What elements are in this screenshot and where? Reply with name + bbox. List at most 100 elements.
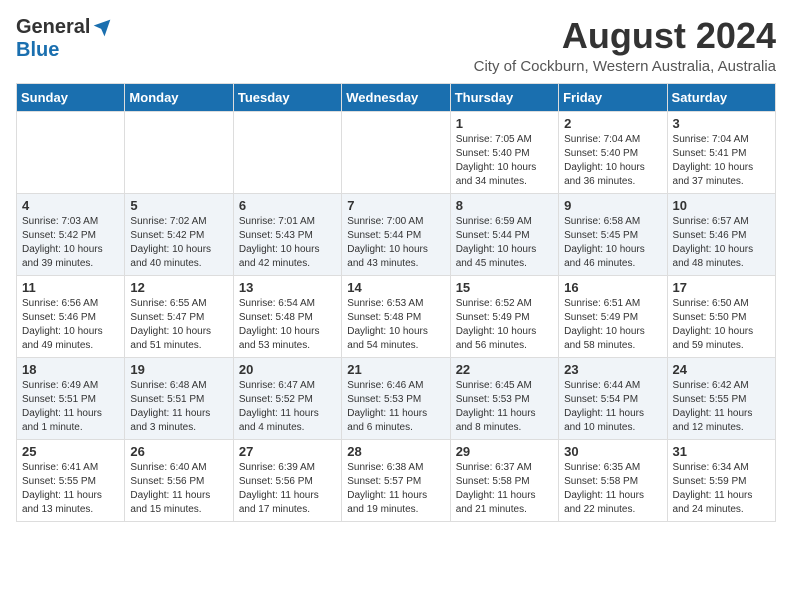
day-info: Sunrise: 6:49 AM Sunset: 5:51 PM Dayligh…: [22, 379, 119, 435]
weekday-header-friday: Friday: [559, 83, 667, 111]
weekday-header-tuesday: Tuesday: [233, 83, 341, 111]
day-info: Sunrise: 7:00 AM Sunset: 5:44 PM Dayligh…: [347, 215, 444, 271]
day-number: 13: [239, 280, 336, 295]
day-number: 8: [456, 198, 553, 213]
day-number: 1: [456, 116, 553, 131]
day-number: 12: [130, 280, 227, 295]
day-number: 30: [564, 444, 661, 459]
day-info: Sunrise: 7:03 AM Sunset: 5:42 PM Dayligh…: [22, 215, 119, 271]
day-info: Sunrise: 6:59 AM Sunset: 5:44 PM Dayligh…: [456, 215, 553, 271]
day-info: Sunrise: 7:01 AM Sunset: 5:43 PM Dayligh…: [239, 215, 336, 271]
calendar-cell: 9Sunrise: 6:58 AM Sunset: 5:45 PM Daylig…: [559, 193, 667, 275]
calendar-cell: [125, 111, 233, 193]
day-number: 27: [239, 444, 336, 459]
day-info: Sunrise: 6:45 AM Sunset: 5:53 PM Dayligh…: [456, 379, 553, 435]
logo: General Blue: [16, 16, 112, 62]
calendar-week-row: 11Sunrise: 6:56 AM Sunset: 5:46 PM Dayli…: [17, 275, 776, 357]
calendar-cell: 13 Sunrise: 6:54 AM Sunset: 5:48 PM Dayli…: [233, 275, 341, 357]
page-header: General Blue August 2024 City of Cockbur…: [16, 16, 776, 75]
weekday-header-row: SundayMondayTuesdayWednesdayThursdayFrid…: [17, 83, 776, 111]
day-info: Sunrise: 6:48 AM Sunset: 5:51 PM Dayligh…: [130, 379, 227, 435]
calendar-cell: 12Sunrise: 6:55 AM Sunset: 5:47 PM Dayli…: [125, 275, 233, 357]
day-info: Sunrise: 6:46 AM Sunset: 5:53 PM Dayligh…: [347, 379, 444, 435]
calendar-cell: 2Sunrise: 7:04 AM Sunset: 5:40 PM Daylig…: [559, 111, 667, 193]
weekday-header-thursday: Thursday: [450, 83, 558, 111]
day-number: 17: [673, 280, 770, 295]
day-number: 23: [564, 362, 661, 377]
calendar-cell: 5 Sunrise: 7:02 AM Sunset: 5:42 PM Daylig…: [125, 193, 233, 275]
day-number: 14: [347, 280, 444, 295]
logo-bird-icon: [92, 18, 112, 38]
day-info: Sunrise: 6:56 AM Sunset: 5:46 PM Dayligh…: [22, 297, 119, 353]
calendar-cell: 11Sunrise: 6:56 AM Sunset: 5:46 PM Dayli…: [17, 275, 125, 357]
day-info: Sunrise: 6:40 AM Sunset: 5:56 PM Dayligh…: [130, 461, 227, 517]
logo-general-text: General: [16, 16, 90, 39]
calendar-cell: 22 Sunrise: 6:45 AM Sunset: 5:53 PM Dayli…: [450, 357, 558, 439]
weekday-header-monday: Monday: [125, 83, 233, 111]
calendar-cell: 29Sunrise: 6:37 AM Sunset: 5:58 PM Dayli…: [450, 439, 558, 521]
title-section: August 2024 City of Cockburn, Western Au…: [474, 16, 776, 75]
calendar-cell: 27 Sunrise: 6:39 AM Sunset: 5:56 PM Dayli…: [233, 439, 341, 521]
day-number: 25: [22, 444, 119, 459]
calendar-cell: 4 Sunrise: 7:03 AM Sunset: 5:42 PM Daylig…: [17, 193, 125, 275]
location-title: City of Cockburn, Western Australia, Aus…: [474, 58, 776, 75]
day-number: 21: [347, 362, 444, 377]
day-info: Sunrise: 6:47 AM Sunset: 5:52 PM Dayligh…: [239, 379, 336, 435]
day-number: 22: [456, 362, 553, 377]
calendar-cell: 30 Sunrise: 6:35 AM Sunset: 5:58 PM Dayli…: [559, 439, 667, 521]
calendar-cell: 14 Sunrise: 6:53 AM Sunset: 5:48 PM Dayli…: [342, 275, 450, 357]
day-info: Sunrise: 6:39 AM Sunset: 5:56 PM Dayligh…: [239, 461, 336, 517]
calendar-cell: 23 Sunrise: 6:44 AM Sunset: 5:54 PM Dayli…: [559, 357, 667, 439]
calendar-cell: 24 Sunrise: 6:42 AM Sunset: 5:55 PM Dayli…: [667, 357, 775, 439]
calendar-week-row: 18Sunrise: 6:49 AM Sunset: 5:51 PM Dayli…: [17, 357, 776, 439]
calendar-cell: 7 Sunrise: 7:00 AM Sunset: 5:44 PM Daylig…: [342, 193, 450, 275]
calendar-cell: 26 Sunrise: 6:40 AM Sunset: 5:56 PM Dayli…: [125, 439, 233, 521]
day-number: 19: [130, 362, 227, 377]
calendar-cell: 10 Sunrise: 6:57 AM Sunset: 5:46 PM Dayli…: [667, 193, 775, 275]
calendar-cell: 15Sunrise: 6:52 AM Sunset: 5:49 PM Dayli…: [450, 275, 558, 357]
calendar-cell: [233, 111, 341, 193]
day-info: Sunrise: 7:04 AM Sunset: 5:40 PM Dayligh…: [564, 133, 661, 189]
day-info: Sunrise: 6:57 AM Sunset: 5:46 PM Dayligh…: [673, 215, 770, 271]
calendar-cell: 20 Sunrise: 6:47 AM Sunset: 5:52 PM Dayli…: [233, 357, 341, 439]
day-info: Sunrise: 6:42 AM Sunset: 5:55 PM Dayligh…: [673, 379, 770, 435]
day-info: Sunrise: 6:54 AM Sunset: 5:48 PM Dayligh…: [239, 297, 336, 353]
calendar-week-row: 4 Sunrise: 7:03 AM Sunset: 5:42 PM Daylig…: [17, 193, 776, 275]
day-info: Sunrise: 6:34 AM Sunset: 5:59 PM Dayligh…: [673, 461, 770, 517]
day-number: 3: [673, 116, 770, 131]
month-title: August 2024: [474, 16, 776, 56]
day-info: Sunrise: 6:53 AM Sunset: 5:48 PM Dayligh…: [347, 297, 444, 353]
day-number: 5: [130, 198, 227, 213]
calendar-cell: 8 Sunrise: 6:59 AM Sunset: 5:44 PM Daylig…: [450, 193, 558, 275]
day-info: Sunrise: 6:38 AM Sunset: 5:57 PM Dayligh…: [347, 461, 444, 517]
calendar-cell: 18Sunrise: 6:49 AM Sunset: 5:51 PM Dayli…: [17, 357, 125, 439]
day-number: 9: [564, 198, 661, 213]
day-number: 20: [239, 362, 336, 377]
day-number: 7: [347, 198, 444, 213]
day-info: Sunrise: 6:51 AM Sunset: 5:49 PM Dayligh…: [564, 297, 661, 353]
day-number: 28: [347, 444, 444, 459]
day-info: Sunrise: 6:37 AM Sunset: 5:58 PM Dayligh…: [456, 461, 553, 517]
calendar-table: SundayMondayTuesdayWednesdayThursdayFrid…: [16, 83, 776, 522]
day-info: Sunrise: 7:05 AM Sunset: 5:40 PM Dayligh…: [456, 133, 553, 189]
calendar-week-row: 1 Sunrise: 7:05 AM Sunset: 5:40 PM Daylig…: [17, 111, 776, 193]
calendar-cell: 31Sunrise: 6:34 AM Sunset: 5:59 PM Dayli…: [667, 439, 775, 521]
calendar-cell: [342, 111, 450, 193]
day-number: 16: [564, 280, 661, 295]
day-info: Sunrise: 6:52 AM Sunset: 5:49 PM Dayligh…: [456, 297, 553, 353]
calendar-cell: 16 Sunrise: 6:51 AM Sunset: 5:49 PM Dayli…: [559, 275, 667, 357]
day-number: 24: [673, 362, 770, 377]
day-number: 10: [673, 198, 770, 213]
day-info: Sunrise: 6:44 AM Sunset: 5:54 PM Dayligh…: [564, 379, 661, 435]
day-info: Sunrise: 7:02 AM Sunset: 5:42 PM Dayligh…: [130, 215, 227, 271]
day-number: 4: [22, 198, 119, 213]
calendar-cell: 3Sunrise: 7:04 AM Sunset: 5:41 PM Daylig…: [667, 111, 775, 193]
calendar-cell: 1 Sunrise: 7:05 AM Sunset: 5:40 PM Daylig…: [450, 111, 558, 193]
day-number: 26: [130, 444, 227, 459]
logo-blue-text: Blue: [16, 39, 59, 62]
weekday-header-sunday: Sunday: [17, 83, 125, 111]
calendar-cell: 17Sunrise: 6:50 AM Sunset: 5:50 PM Dayli…: [667, 275, 775, 357]
calendar-cell: 19 Sunrise: 6:48 AM Sunset: 5:51 PM Dayli…: [125, 357, 233, 439]
day-info: Sunrise: 6:35 AM Sunset: 5:58 PM Dayligh…: [564, 461, 661, 517]
calendar-cell: 25Sunrise: 6:41 AM Sunset: 5:55 PM Dayli…: [17, 439, 125, 521]
